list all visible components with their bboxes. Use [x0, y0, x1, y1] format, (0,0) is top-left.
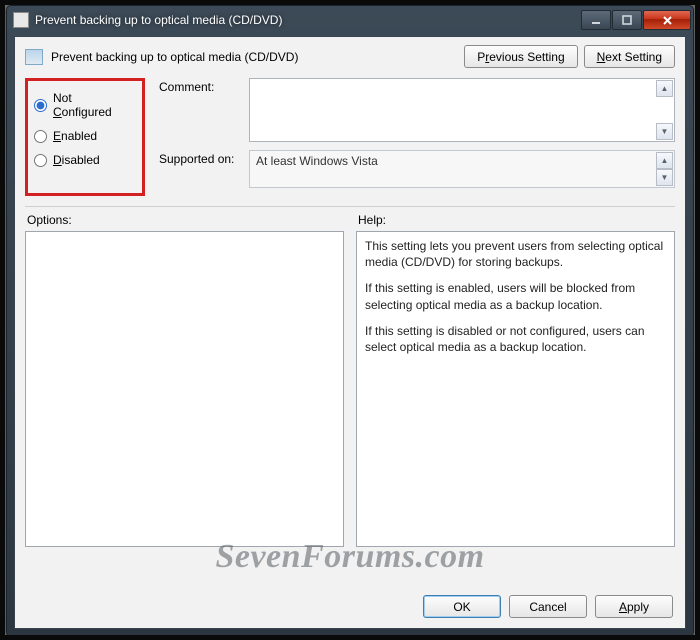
radio-not-configured-label: Not Configured	[53, 91, 132, 119]
close-icon	[662, 15, 673, 26]
ok-button[interactable]: OK	[423, 595, 501, 618]
policy-title: Prevent backing up to optical media (CD/…	[51, 50, 458, 64]
radio-not-configured[interactable]: Not Configured	[34, 91, 132, 119]
help-panel[interactable]: This setting lets you prevent users from…	[356, 231, 675, 547]
help-text-p3: If this setting is disabled or not confi…	[365, 323, 666, 355]
previous-setting-button[interactable]: Previous Setting	[464, 45, 577, 68]
supported-on-value-box: At least Windows Vista ▲ ▼	[249, 150, 675, 188]
minimize-icon	[591, 15, 601, 25]
fields-area: Comment: ▲ ▼ Supported on: At least Wind…	[159, 78, 675, 196]
dialog-button-bar: OK Cancel Apply	[423, 595, 673, 618]
radio-enabled[interactable]: Enabled	[34, 129, 132, 143]
comment-scrollbar[interactable]: ▲ ▼	[656, 80, 673, 140]
comment-input[interactable]: ▲ ▼	[249, 78, 675, 142]
options-label: Options:	[25, 211, 344, 231]
scroll-down-icon[interactable]: ▼	[656, 123, 673, 140]
comment-label: Comment:	[159, 78, 249, 142]
close-button[interactable]	[643, 10, 691, 30]
window-controls	[580, 10, 691, 30]
next-setting-button[interactable]: Next Setting	[584, 45, 675, 68]
help-column: Help: This setting lets you prevent user…	[356, 211, 675, 547]
supported-on-value: At least Windows Vista	[256, 154, 378, 168]
state-radio-group: Not Configured Enabled Disabled	[25, 78, 145, 196]
scroll-up-icon[interactable]: ▲	[656, 80, 673, 97]
maximize-button[interactable]	[612, 10, 642, 30]
lower-row: Options: Help: This setting lets you pre…	[15, 211, 685, 547]
section-divider	[25, 206, 675, 207]
cancel-button[interactable]: Cancel	[509, 595, 587, 618]
minimize-button[interactable]	[581, 10, 611, 30]
options-panel[interactable]	[25, 231, 344, 547]
comment-row: Comment: ▲ ▼	[159, 78, 675, 142]
scroll-down-icon: ▼	[656, 169, 673, 186]
radio-enabled-input[interactable]	[34, 130, 47, 143]
supported-scrollbar: ▲ ▼	[656, 152, 673, 186]
options-column: Options:	[25, 211, 344, 547]
radio-disabled[interactable]: Disabled	[34, 153, 132, 167]
policy-icon	[25, 49, 43, 65]
radio-enabled-label: Enabled	[53, 129, 97, 143]
config-row: Not Configured Enabled Disabled Comment:	[15, 72, 685, 196]
apply-button[interactable]: Apply	[595, 595, 673, 618]
maximize-icon	[622, 15, 632, 25]
supported-row: Supported on: At least Windows Vista ▲ ▼	[159, 150, 675, 188]
supported-label: Supported on:	[159, 150, 249, 188]
titlebar[interactable]: Prevent backing up to optical media (CD/…	[7, 6, 693, 34]
help-text-p2: If this setting is enabled, users will b…	[365, 280, 666, 312]
window-frame: Prevent backing up to optical media (CD/…	[6, 5, 694, 637]
client-area: Prevent backing up to optical media (CD/…	[14, 36, 686, 629]
scroll-up-icon: ▲	[656, 152, 673, 169]
radio-disabled-label: Disabled	[53, 153, 100, 167]
help-label: Help:	[356, 211, 675, 231]
titlebar-app-icon	[13, 12, 29, 28]
window-title: Prevent backing up to optical media (CD/…	[35, 13, 580, 27]
help-text-p1: This setting lets you prevent users from…	[365, 238, 666, 270]
radio-not-configured-input[interactable]	[34, 99, 47, 112]
radio-disabled-input[interactable]	[34, 154, 47, 167]
policy-header-row: Prevent backing up to optical media (CD/…	[15, 37, 685, 72]
